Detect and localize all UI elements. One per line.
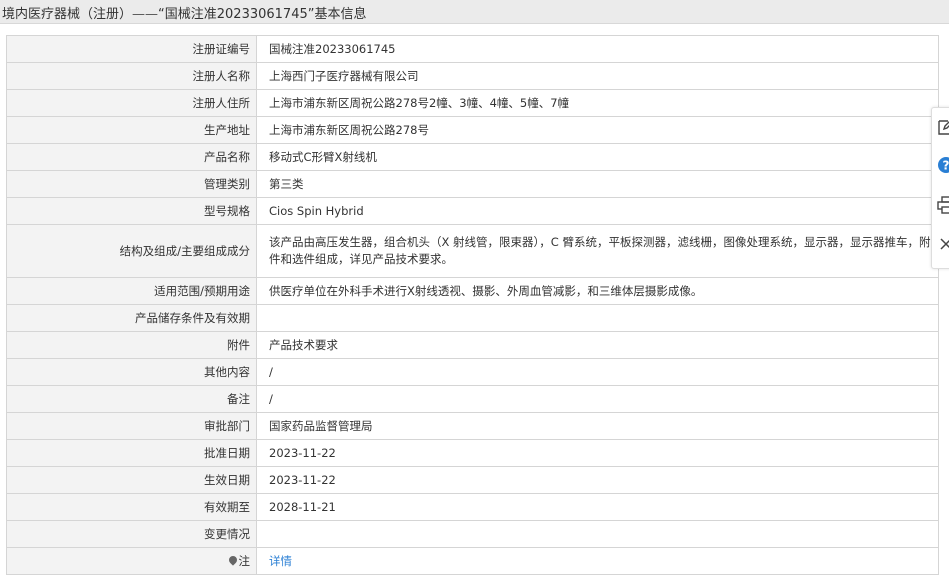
row-value: 国家药品监督管理局 (256, 412, 939, 440)
note-value-cell: 详情 (256, 547, 939, 575)
edit-icon[interactable] (936, 117, 949, 137)
row-label: 注册证编号 (6, 35, 257, 63)
row-label: 有效期至 (6, 493, 257, 521)
table-row: 变更情况 (6, 520, 939, 548)
row-label: 产品储存条件及有效期 (6, 304, 257, 332)
table-row: 注册人名称 上海西门子医疗器械有限公司 (6, 62, 939, 90)
row-label: 审批部门 (6, 412, 257, 440)
row-value: 供医疗单位在外科手术进行X射线透视、摄影、外周血管减影，和三维体层摄影成像。 (256, 277, 939, 305)
page-header: 境内医疗器械（注册）——“国械注准20233061745”基本信息 (0, 0, 949, 24)
table-row: 管理类别 第三类 (6, 170, 939, 198)
side-toolbar: ? (931, 107, 949, 269)
table-row: 注册证编号 国械注准20233061745 (6, 35, 939, 63)
row-value: 2028-11-21 (256, 493, 939, 521)
row-value: Cios Spin Hybrid (256, 197, 939, 225)
row-value: / (256, 358, 939, 386)
row-value: 第三类 (256, 170, 939, 198)
table-row: 型号规格 Cios Spin Hybrid (6, 197, 939, 225)
row-label: 其他内容 (6, 358, 257, 386)
title-separator: —— (132, 7, 159, 22)
table-row: 其他内容 / (6, 358, 939, 386)
table-row: 产品储存条件及有效期 (6, 304, 939, 332)
table-row: 生产地址 上海市浦东新区周祝公路278号 (6, 116, 939, 144)
table-row: 适用范围/预期用途 供医疗单位在外科手术进行X射线透视、摄影、外周血管减影，和三维… (6, 277, 939, 305)
row-value (256, 304, 939, 332)
row-label: 批准日期 (6, 439, 257, 467)
row-label: 备注 (6, 385, 257, 413)
row-label: 生产地址 (6, 116, 257, 144)
table-row: 审批部门 国家药品监督管理局 (6, 412, 939, 440)
details-link[interactable]: 详情 (269, 554, 292, 568)
pin-icon (226, 554, 239, 566)
help-icon[interactable]: ? (936, 155, 949, 175)
table-row: 有效期至 2028-11-21 (6, 493, 939, 521)
note-label: 注 (238, 554, 251, 568)
title-prefix: 境内医疗器械（注册） (2, 7, 133, 22)
row-value: 产品技术要求 (256, 331, 939, 359)
row-label: 结构及组成/主要组成成分 (6, 224, 257, 278)
info-table: 注册证编号 国械注准20233061745 注册人名称 上海西门子医疗器械有限公司 … (6, 35, 939, 575)
table-row: 批准日期 2023-11-22 (6, 439, 939, 467)
row-label: 型号规格 (6, 197, 257, 225)
table-row: 备注 / (6, 385, 939, 413)
table-row: 结构及组成/主要组成成分 该产品由高压发生器，组合机头（X 射线管，限束器），C … (6, 224, 939, 278)
table-row: 生效日期 2023-11-22 (6, 466, 939, 494)
note-row: 注 详情 (6, 547, 939, 575)
row-value: / (256, 385, 939, 413)
row-value: 2023-11-22 (256, 466, 939, 494)
note-label-cell: 注 (6, 547, 257, 575)
print-icon[interactable] (936, 195, 949, 215)
row-value (256, 520, 939, 548)
table-row: 产品名称 移动式C形臂X射线机 (6, 143, 939, 171)
row-label: 变更情况 (6, 520, 257, 548)
row-label: 生效日期 (6, 466, 257, 494)
row-label: 适用范围/预期用途 (6, 277, 257, 305)
row-value: 该产品由高压发生器，组合机头（X 射线管，限束器），C 臂系统，平板探测器，滤线… (256, 224, 939, 278)
row-label: 附件 (6, 331, 257, 359)
row-value: 上海西门子医疗器械有限公司 (256, 62, 939, 90)
title-suffix: “国械注准20233061745”基本信息 (158, 7, 367, 22)
row-label: 注册人住所 (6, 89, 257, 117)
row-label: 注册人名称 (6, 62, 257, 90)
row-value: 上海市浦东新区周祝公路278号2幢、3幢、4幢、5幢、7幢 (256, 89, 939, 117)
table-row: 附件 产品技术要求 (6, 331, 939, 359)
close-icon[interactable] (936, 234, 949, 254)
row-label: 管理类别 (6, 170, 257, 198)
row-value: 移动式C形臂X射线机 (256, 143, 939, 171)
svg-text:?: ? (943, 159, 949, 173)
row-value: 2023-11-22 (256, 439, 939, 467)
row-value: 上海市浦东新区周祝公路278号 (256, 116, 939, 144)
page-title: 境内医疗器械（注册）——“国械注准20233061745”基本信息 (2, 3, 366, 22)
table-row: 注册人住所 上海市浦东新区周祝公路278号2幢、3幢、4幢、5幢、7幢 (6, 89, 939, 117)
row-label: 产品名称 (6, 143, 257, 171)
row-value: 国械注准20233061745 (256, 35, 939, 63)
